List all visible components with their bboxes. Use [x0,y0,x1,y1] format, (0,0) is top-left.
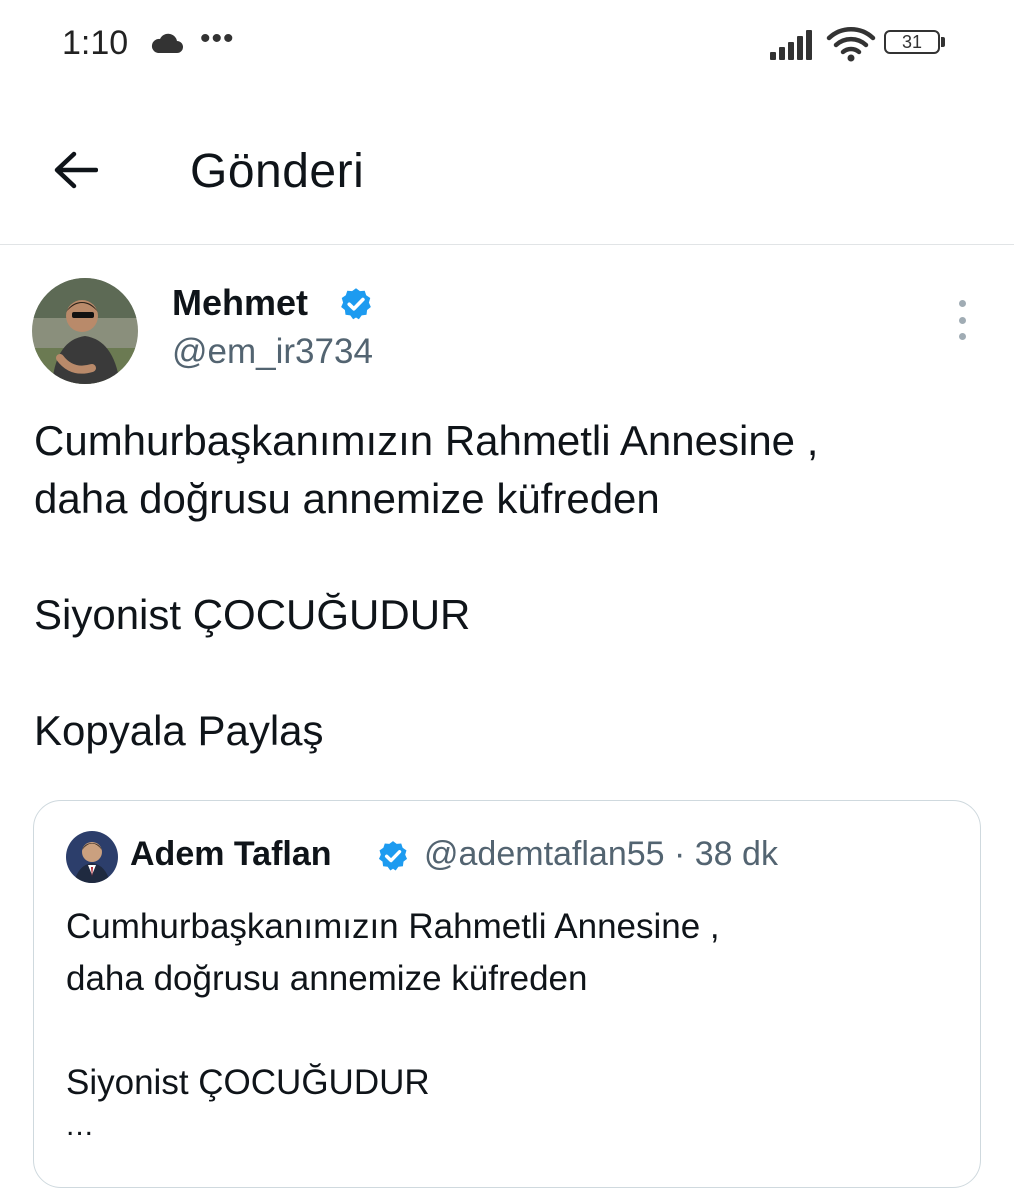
quote-verified-badge-icon [376,839,410,878]
signal-icon [770,30,816,65]
cloud-icon [150,32,184,59]
quote-text: Cumhurbaşkanımızın Rahmetli Annesine , d… [66,907,720,1102]
quote-author-name: Adem Taflan [130,835,332,873]
back-button[interactable] [40,144,110,196]
wifi-icon [826,26,876,67]
quote-truncation: ... [66,1109,95,1142]
author-name[interactable]: Mehmet [172,282,308,324]
more-options-button[interactable] [944,300,980,340]
notification-dots-icon: ••• [200,22,235,55]
page-title: Gönderi [190,145,365,198]
more-vertical-icon [958,300,966,307]
top-app-bar: Gönderi [0,92,1014,245]
arrow-left-icon [54,151,98,189]
quoted-post-card[interactable]: Adem Taflan @ademtaflan55 · 38 dk Cumhur… [33,800,981,1188]
status-time: 1:10 [62,24,129,62]
quote-handle-time: @ademtaflan55 · 38 dk [424,835,778,873]
author-handle[interactable]: @em_ir3734 [172,332,373,372]
avatar[interactable] [32,278,138,384]
post-text: Cumhurbaşkanımızın Rahmetli Annesine , d… [34,417,819,754]
battery-level: 31 [901,32,923,52]
status-bar: 1:10 ••• 31 [0,0,1014,92]
quote-avatar [66,831,118,883]
battery-icon: 31 [884,30,946,58]
verified-badge-icon [338,286,374,327]
